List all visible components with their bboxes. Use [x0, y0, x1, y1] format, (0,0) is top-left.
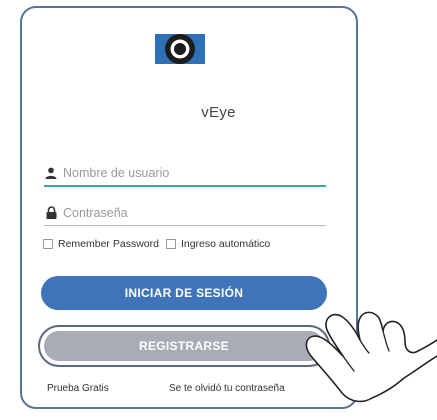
username-input[interactable] — [63, 166, 303, 180]
login-options: Remember Password Ingreso automático — [43, 236, 335, 252]
lock-icon — [44, 206, 58, 220]
password-input[interactable] — [63, 205, 303, 220]
checkbox-box[interactable] — [43, 239, 53, 249]
login-button[interactable]: INICIAR DE SESIÓN — [41, 276, 327, 310]
remember-password-label: Remember Password — [58, 238, 159, 250]
user-icon — [44, 166, 58, 180]
forgot-password-link[interactable]: Se te olvidó tu contraseña — [169, 383, 285, 394]
checkbox-box[interactable] — [165, 239, 176, 249]
camera-lens-icon — [155, 34, 205, 64]
app-logo — [155, 27, 205, 71]
username-field[interactable] — [44, 161, 326, 187]
remember-password-checkbox[interactable]: Remember Password — [43, 238, 159, 250]
register-button-highlight: REGISTRARSE — [38, 325, 330, 367]
page: vEye Remember Password Ingreso automátic… — [0, 0, 437, 420]
password-field[interactable] — [44, 200, 326, 226]
free-trial-link[interactable]: Prueba Gratis — [47, 383, 109, 394]
auto-login-label: Ingreso automático — [180, 238, 271, 250]
auto-login-checkbox[interactable]: Ingreso automático — [165, 238, 271, 250]
register-button[interactable]: REGISTRARSE — [44, 331, 324, 361]
app-name: vEye — [201, 104, 236, 121]
